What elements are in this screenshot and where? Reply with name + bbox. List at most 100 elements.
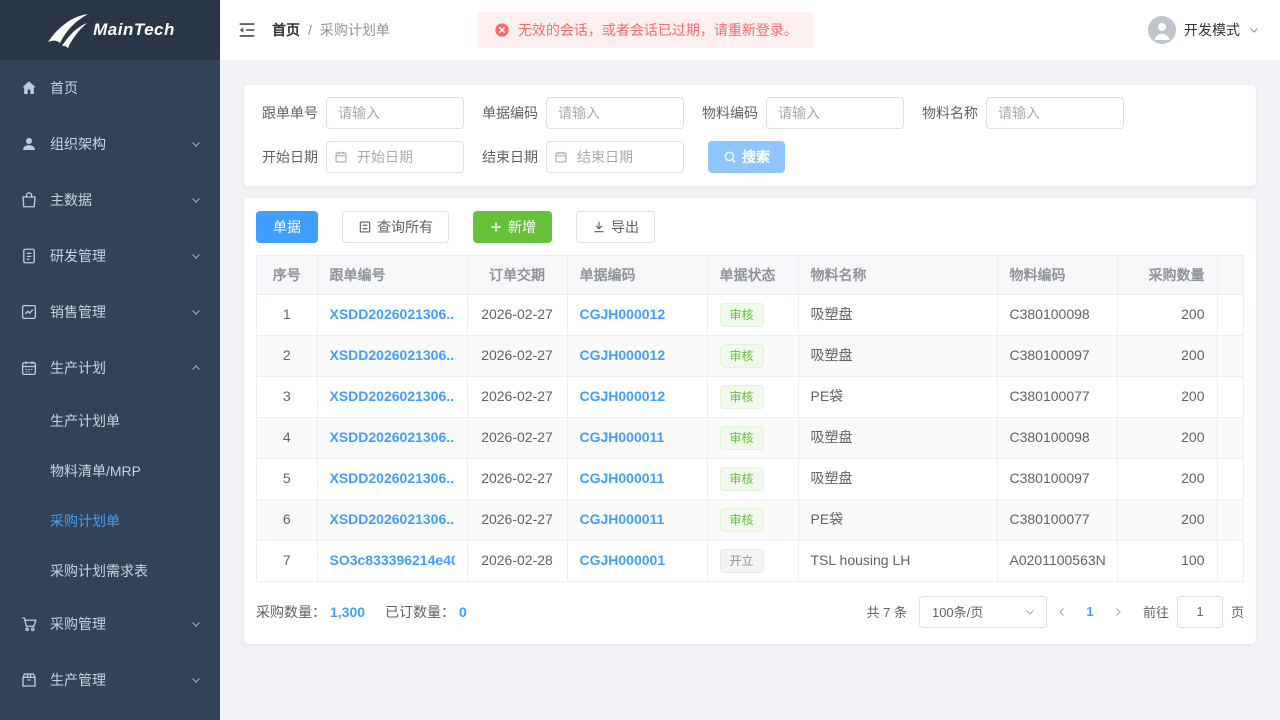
row-material-name: PE袋 xyxy=(798,376,997,417)
breadcrumb-separator: / xyxy=(308,22,312,38)
doc-code-link[interactable]: CGJH000012 xyxy=(580,385,695,408)
user-icon xyxy=(20,135,38,153)
follow-order-link[interactable]: XSDD2026021306.. xyxy=(330,303,455,326)
goto-page-input[interactable] xyxy=(1177,596,1223,628)
row-empty-cell xyxy=(1217,540,1244,581)
sidebar-item-label: 首页 xyxy=(50,78,78,98)
row-purchase-qty: 200 xyxy=(1117,499,1217,540)
end-date-label: 结束日期 xyxy=(476,147,538,167)
breadcrumb-home[interactable]: 首页 xyxy=(272,20,300,40)
ordered-qty-value: 0 xyxy=(459,604,467,620)
row-material-name: 吸塑盘 xyxy=(798,458,997,499)
row-purchase-qty: 200 xyxy=(1117,458,1217,499)
chevron-down-icon xyxy=(190,674,202,686)
row-delivery-date: 2026-02-27 xyxy=(467,499,567,540)
sidebar-item-master-data[interactable]: 主数据 xyxy=(0,172,220,228)
follow-order-link[interactable]: XSDD2026021306.. xyxy=(330,344,455,367)
purchase-qty-label: 采购数量： xyxy=(256,602,326,622)
material-code-input[interactable] xyxy=(766,97,904,129)
doc-code-link[interactable]: CGJH000011 xyxy=(580,508,695,531)
chevron-down-icon xyxy=(190,138,202,150)
sidebar-item-label: 生产计划 xyxy=(50,358,106,378)
material-code-label: 物料编码 xyxy=(696,103,758,123)
follow-order-no-label: 跟单单号 xyxy=(256,103,318,123)
col-empty xyxy=(1217,256,1244,294)
fold-sidebar-icon[interactable] xyxy=(236,19,258,41)
sidebar-subitem-label: 物料清单/MRP xyxy=(50,461,141,481)
follow-order-link[interactable]: XSDD2026021306.. xyxy=(330,426,455,449)
current-page[interactable]: 1 xyxy=(1077,604,1103,619)
summary: 采购数量： 1,300 已订数量： 0 xyxy=(256,602,471,622)
doc-code-input[interactable] xyxy=(546,97,684,129)
row-material-name: 吸塑盘 xyxy=(798,335,997,376)
row-empty-cell xyxy=(1217,335,1244,376)
add-button[interactable]: 新增 xyxy=(473,211,552,243)
follow-order-link[interactable]: XSDD2026021306.. xyxy=(330,508,455,531)
top-bar: 首页 / 采购计划单 无效的会话，或者会话已过期，请重新登录。 开发模式 xyxy=(220,0,1280,60)
follow-order-no-input[interactable] xyxy=(326,97,464,129)
prev-page-button[interactable] xyxy=(1047,606,1077,618)
document-button[interactable]: 单据 xyxy=(256,211,318,243)
page-suffix-label: 页 xyxy=(1231,602,1244,621)
row-material-code: C380100098 xyxy=(997,417,1117,458)
sidebar-item-org[interactable]: 组织架构 xyxy=(0,116,220,172)
export-button[interactable]: 导出 xyxy=(576,211,655,243)
follow-order-link[interactable]: XSDD2026021306.. xyxy=(330,467,455,490)
next-page-button[interactable] xyxy=(1103,606,1133,618)
page-size-select[interactable]: 100条/页 xyxy=(919,596,1047,628)
query-all-button[interactable]: 查询所有 xyxy=(342,211,449,243)
search-icon xyxy=(723,150,737,164)
cart-icon xyxy=(20,615,38,633)
table-header-row: 序号 跟单编号 订单交期 单据编码 单据状态 物料名称 物料编码 采购数量 xyxy=(257,256,1244,294)
chevron-down-icon xyxy=(190,194,202,206)
status-badge: 审核 xyxy=(720,344,764,368)
doc-code-link[interactable]: CGJH000011 xyxy=(580,467,695,490)
doc-code-link[interactable]: CGJH000001 xyxy=(580,549,695,572)
document-icon xyxy=(20,247,38,265)
doc-code-link[interactable]: CGJH000011 xyxy=(580,426,695,449)
status-badge: 审核 xyxy=(720,467,764,491)
sidebar-subitem-purchase-plan-demand[interactable]: 采购计划需求表 xyxy=(0,546,220,596)
start-date-input[interactable] xyxy=(326,141,464,173)
sidebar-item-label: 研发管理 xyxy=(50,246,106,266)
row-seq: 7 xyxy=(257,540,317,581)
sidebar: MainTech 首页 组织架构 主数据 研发管理 xyxy=(0,0,220,720)
follow-order-link[interactable]: SO3c833396214e40 xyxy=(330,549,455,572)
row-material-code: C380100077 xyxy=(997,376,1117,417)
row-seq: 2 xyxy=(257,335,317,376)
bag-icon xyxy=(20,191,38,209)
sidebar-item-sales[interactable]: 销售管理 xyxy=(0,284,220,340)
doc-code-link[interactable]: CGJH000012 xyxy=(580,303,695,326)
sidebar-subitem-bom-mrp[interactable]: 物料清单/MRP xyxy=(0,446,220,496)
col-status: 单据状态 xyxy=(707,256,798,294)
plus-icon xyxy=(489,220,503,234)
sidebar-subitem-production-plan-order[interactable]: 生产计划单 xyxy=(0,396,220,446)
end-date-input[interactable] xyxy=(546,141,684,173)
table-row: 6 XSDD2026021306.. 2026-02-27 CGJH000011… xyxy=(257,499,1244,540)
row-seq: 4 xyxy=(257,417,317,458)
sidebar-item-manufacturing[interactable]: 生产管理 xyxy=(0,652,220,708)
calendar-icon xyxy=(20,359,38,377)
status-badge: 审核 xyxy=(720,385,764,409)
purchase-plan-panel: 单据 查询所有 新增 导出 xyxy=(244,198,1256,644)
status-badge: 审核 xyxy=(720,508,764,532)
row-material-name: TSL housing LH xyxy=(798,540,997,581)
total-count: 共 7 条 xyxy=(867,602,907,621)
table-row: 1 XSDD2026021306.. 2026-02-27 CGJH000012… xyxy=(257,294,1244,335)
row-purchase-qty: 200 xyxy=(1117,417,1217,458)
sidebar-subitem-purchase-plan-order[interactable]: 采购计划单 xyxy=(0,496,220,546)
row-empty-cell xyxy=(1217,294,1244,335)
row-seq: 3 xyxy=(257,376,317,417)
chevron-up-icon xyxy=(190,362,202,374)
sidebar-item-production-plan[interactable]: 生产计划 xyxy=(0,340,220,396)
material-name-input[interactable] xyxy=(986,97,1124,129)
sidebar-item-home[interactable]: 首页 xyxy=(0,60,220,116)
user-menu[interactable]: 开发模式 xyxy=(1148,16,1260,44)
row-material-code: C380100098 xyxy=(997,294,1117,335)
sidebar-item-rnd[interactable]: 研发管理 xyxy=(0,228,220,284)
ordered-qty-label: 已订数量： xyxy=(385,602,455,622)
doc-code-link[interactable]: CGJH000012 xyxy=(580,344,695,367)
search-button[interactable]: 搜索 xyxy=(708,141,785,173)
sidebar-item-purchasing[interactable]: 采购管理 xyxy=(0,596,220,652)
follow-order-link[interactable]: XSDD2026021306.. xyxy=(330,385,455,408)
